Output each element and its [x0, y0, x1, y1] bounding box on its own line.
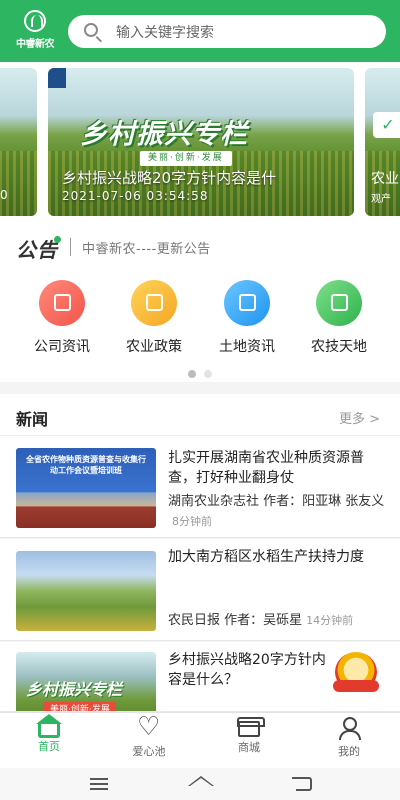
banner-slide-prev[interactable]: 0	[0, 68, 37, 216]
news-thumbnail: 乡村振兴专栏 美丽·创新·发展	[16, 652, 156, 711]
thumbnail-text: 全省农作物种质资源普查与收集行动工作会议暨培训班	[26, 455, 146, 475]
banner-next-badge: ✓	[373, 112, 400, 138]
banner-slide-current[interactable]: 乡村振兴专栏 美丽·创新·发展 乡村振兴战略20字方针内容是什 2021-07-…	[48, 68, 354, 216]
news-time: 8分钟前	[172, 515, 212, 528]
news-thumbnail: 全省农作物种质资源普查与收集行动工作会议暨培训班	[16, 448, 156, 528]
shop-icon	[237, 717, 265, 737]
tab-mall[interactable]: 商城	[219, 717, 279, 755]
banner-badge	[48, 68, 66, 88]
news-title: 新闻	[16, 410, 49, 429]
promo-ribbon	[333, 680, 379, 692]
thumbnail-slogan: 美丽·创新·发展	[44, 702, 116, 711]
news-source: 湖南农业杂志社 作者：阳亚琳 张友义	[168, 494, 385, 509]
home-icon	[36, 714, 62, 738]
tab-home[interactable]: 首页	[19, 714, 79, 754]
user-icon	[338, 717, 361, 740]
top-header: 中睿新农 输入关键字搜索	[0, 0, 400, 62]
news-section-header: 新闻 更多 >	[0, 394, 400, 436]
quick-item-company-news[interactable]: 公司资讯	[22, 280, 102, 356]
banner-slogan: 美丽·创新·发展	[140, 151, 232, 166]
quick-item-agri-tech[interactable]: 农技天地	[299, 280, 379, 356]
tab-label: 商城	[238, 741, 260, 754]
notice-dot	[54, 236, 61, 243]
banner-next-text: 农业	[371, 171, 399, 187]
bottom-tab-bar: 首页 爱心池 商城 我的	[0, 712, 400, 768]
news-source: 农民日报 作者：吴砾星	[168, 613, 303, 628]
pager-dot-active[interactable]	[188, 370, 196, 378]
news-headline: 加大南方稻区水稻生产扶持力度	[168, 549, 364, 565]
quick-item-label: 农技天地	[311, 339, 367, 355]
notice-divider	[70, 238, 71, 256]
home-nav-icon[interactable]	[188, 776, 214, 792]
heart-icon	[137, 713, 160, 741]
quick-item-label: 土地资讯	[219, 339, 275, 355]
news-item[interactable]: 全省农作物种质资源普查与收集行动工作会议暨培训班 扎实开展湖南省农业种质资源普查…	[0, 436, 400, 538]
news-time: 14分钟前	[306, 614, 354, 627]
megaphone-icon	[39, 280, 85, 326]
pager-dot[interactable]	[204, 370, 212, 378]
news-meta: 湖南农业杂志社 作者：阳亚琳 张友义 8分钟前	[168, 492, 388, 532]
tab-label: 爱心池	[132, 745, 166, 758]
search-placeholder: 输入关键字搜索	[116, 25, 214, 41]
quick-item-label: 农业政策	[126, 339, 182, 355]
search-bar[interactable]: 输入关键字搜索	[68, 15, 386, 48]
tab-label: 首页	[38, 740, 60, 753]
search-icon	[84, 23, 98, 37]
banner-caption: 乡村振兴战略20字方针内容是什	[62, 169, 277, 187]
news-headline: 乡村振兴战略20字方针内容是什么？	[168, 652, 326, 688]
banner-date: 2021-07-06 03:54:58	[62, 189, 209, 203]
floating-promo-icon[interactable]	[333, 652, 379, 692]
back-icon[interactable]	[292, 777, 312, 791]
news-item[interactable]: 加大南方稻区水稻生产扶持力度 农民日报 作者：吴砾星 14分钟前	[0, 539, 400, 641]
banner-prev-text: 0	[0, 188, 8, 202]
notice-bar[interactable]: 公告 中睿新农----更新公告	[0, 224, 400, 270]
quick-item-land-news[interactable]: 土地资讯	[207, 280, 287, 356]
news-headline: 扎实开展湖南省农业种质资源普查，打好种业翻身仗	[168, 450, 364, 486]
banner-next-sub: 观产	[371, 194, 391, 205]
notice-label: 公告	[16, 238, 58, 262]
news-more-link[interactable]: 更多 >	[339, 408, 380, 427]
banner-title: 乡村振兴专栏	[80, 119, 248, 150]
land-icon	[224, 280, 270, 326]
document-icon	[131, 280, 177, 326]
news-meta: 农民日报 作者：吴砾星 14分钟前	[168, 611, 388, 631]
tab-charity[interactable]: 爱心池	[119, 713, 179, 759]
logo-text: 中睿新农	[16, 39, 55, 50]
quick-item-agri-policy[interactable]: 农业政策	[114, 280, 194, 356]
tab-profile[interactable]: 我的	[319, 717, 379, 759]
news-thumbnail	[16, 551, 156, 631]
notice-text: 中睿新农----更新公告	[82, 242, 211, 257]
app-screen: 中睿新农 输入关键字搜索 0 乡村振兴专栏 美丽·创新·发展 乡村振兴战略20字…	[0, 0, 400, 800]
tab-label: 我的	[338, 745, 360, 758]
system-nav-bar	[0, 768, 400, 800]
quick-item-label: 公司资讯	[34, 339, 90, 355]
book-icon	[316, 280, 362, 326]
thumbnail-title: 乡村振兴专栏	[26, 680, 123, 699]
banner-carousel[interactable]: 0 乡村振兴专栏 美丽·创新·发展 乡村振兴战略20字方针内容是什 2021-0…	[0, 62, 400, 224]
app-logo[interactable]: 中睿新农	[12, 10, 58, 52]
banner-slide-next[interactable]: ✓ 农业 观产	[365, 68, 400, 216]
menu-icon[interactable]	[90, 778, 108, 790]
quick-menu: 公司资讯 农业政策 土地资讯 农技天地	[0, 270, 400, 382]
logo-icon	[24, 10, 46, 32]
